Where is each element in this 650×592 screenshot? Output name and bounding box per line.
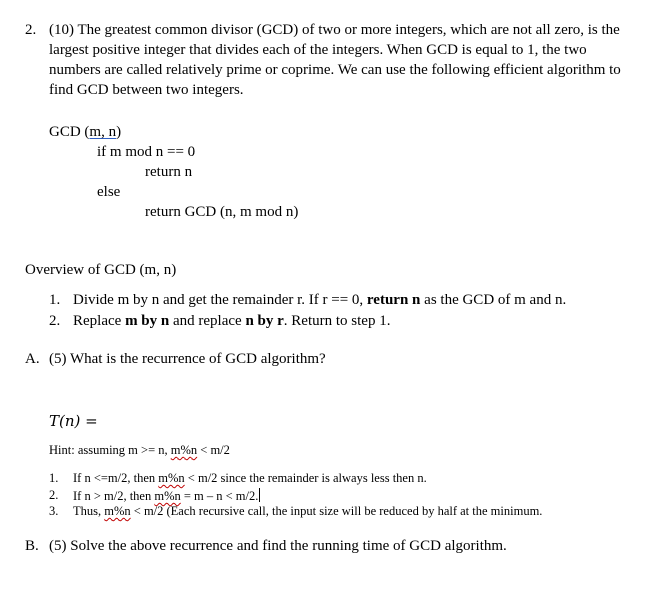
spellcheck-word: m%n xyxy=(154,489,181,503)
signature-close: ) xyxy=(116,124,122,140)
hint-step-3: Thus, m%n < m/2 (Each recursive call, th… xyxy=(73,504,542,519)
step-bold: m by n xyxy=(125,313,170,329)
signature-params: m, n xyxy=(89,124,117,140)
overview-step-2-number: 2. xyxy=(49,313,61,329)
pseudocode-else: else xyxy=(97,184,121,200)
pseudocode-signature: GCD (m, n) xyxy=(49,122,121,142)
step-text: Thus, xyxy=(73,504,105,518)
overview-step-1-number: 1. xyxy=(49,292,61,308)
step-text: If n > m/2, then xyxy=(73,489,155,503)
hint-step-2-number: 2. xyxy=(49,488,59,502)
step-text: = m – n < m/2. xyxy=(180,489,259,503)
step-text: as the GCD of m and n. xyxy=(420,292,567,308)
question-intro: (10) The greatest common divisor (GCD) o… xyxy=(49,22,621,98)
hint-step-1: If n <=m/2, then m%n < m/2 since the rem… xyxy=(73,471,427,486)
step-bold: n by r xyxy=(245,313,284,329)
spellcheck-word: m%n xyxy=(104,504,131,518)
overview-title: Overview of GCD (m, n) xyxy=(25,262,177,278)
part-a-label: A. xyxy=(25,351,40,367)
step-text: < m/2 (Each recursive call, the input si… xyxy=(130,504,543,518)
spellcheck-word: m%n xyxy=(158,471,185,485)
step-text: < m/2 since the remainder is always less… xyxy=(184,471,427,485)
step-text: If n <=m/2, then xyxy=(73,471,159,485)
hint-text: Hint: assuming m >= n, xyxy=(49,443,171,457)
text-cursor xyxy=(259,488,261,502)
hint-step-3-number: 3. xyxy=(49,504,59,518)
hint: Hint: assuming m >= n, m%n < m/2 xyxy=(49,443,230,458)
overview-step-2: Replace m by n and replace n by r. Retur… xyxy=(73,313,390,330)
pseudocode-return-gcd: return GCD (n, m mod n) xyxy=(145,204,299,220)
hint-spellcheck-word: m%n xyxy=(170,443,198,457)
question-number: 2. xyxy=(25,22,37,38)
hint-step-1-number: 1. xyxy=(49,471,59,485)
recurrence-formula: T(n) = xyxy=(49,412,98,430)
signature-name: GCD ( xyxy=(49,124,90,140)
hint-text: < m/2 xyxy=(197,443,230,457)
step-text: . Return to step 1. xyxy=(283,313,391,329)
step-text: and replace xyxy=(169,313,246,329)
part-b-label: B. xyxy=(25,538,39,554)
pseudocode-if: if m mod n == 0 xyxy=(97,144,196,160)
part-b-question: (5) Solve the above recurrence and find … xyxy=(49,538,507,554)
overview-step-1: Divide m by n and get the remainder r. I… xyxy=(73,292,566,309)
step-bold: return n xyxy=(366,292,421,308)
part-a-question: (5) What is the recurrence of GCD algori… xyxy=(49,351,326,367)
step-text: Divide m by n and get the remainder r. I… xyxy=(73,292,367,308)
hint-step-2: If n > m/2, then m%n = m – n < m/2. xyxy=(73,488,261,504)
pseudocode-return-n: return n xyxy=(145,164,193,180)
step-text: Replace xyxy=(73,313,126,329)
